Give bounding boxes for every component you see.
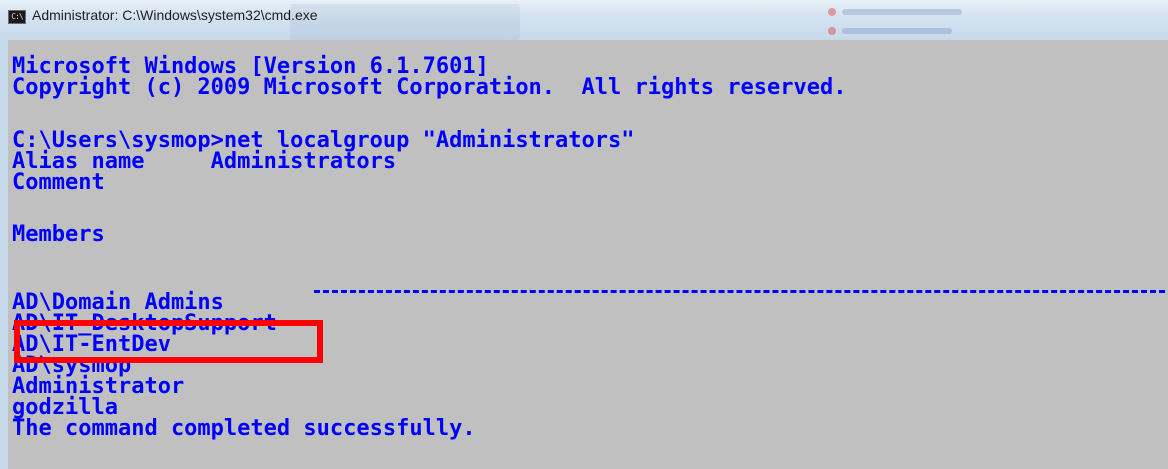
- console-line-copyright: Copyright (c) 2009 Microsoft Corporation…: [12, 75, 847, 100]
- console-line-completed: The command completed successfully.: [12, 416, 476, 441]
- members-separator: [314, 290, 1168, 293]
- console-line-command: C:\Users\sysmop>net localgroup "Administ…: [12, 128, 635, 153]
- console-output[interactable]: Microsoft Windows [Version 6.1.7601] Cop…: [8, 40, 1168, 469]
- background-window-blur: [290, 4, 520, 40]
- console-line-version: Microsoft Windows [Version 6.1.7601]: [12, 54, 489, 79]
- background-file-icon: [828, 27, 836, 35]
- console-line-members: Members: [12, 222, 105, 247]
- console-line-alias-name: Alias name Administrators: [12, 149, 397, 174]
- background-file-label: [842, 9, 962, 15]
- background-file-label: [842, 28, 952, 34]
- title-bar[interactable]: C:\ Administrator: C:\Windows\system32\c…: [0, 0, 1168, 40]
- background-file-icon: [828, 8, 836, 16]
- cmd-icon: C:\: [8, 10, 26, 24]
- cmd-window: C:\ Administrator: C:\Windows\system32\c…: [0, 0, 1168, 469]
- window-title: Administrator: C:\Windows\system32\cmd.e…: [32, 7, 318, 23]
- member-administrator: Administrator: [12, 374, 185, 399]
- console-line-comment: Comment: [12, 170, 105, 195]
- member-godzilla: godzilla: [12, 395, 118, 420]
- domain-admins-highlight-box: [14, 320, 323, 363]
- member-domain-admins: AD\Domain Admins: [12, 290, 224, 315]
